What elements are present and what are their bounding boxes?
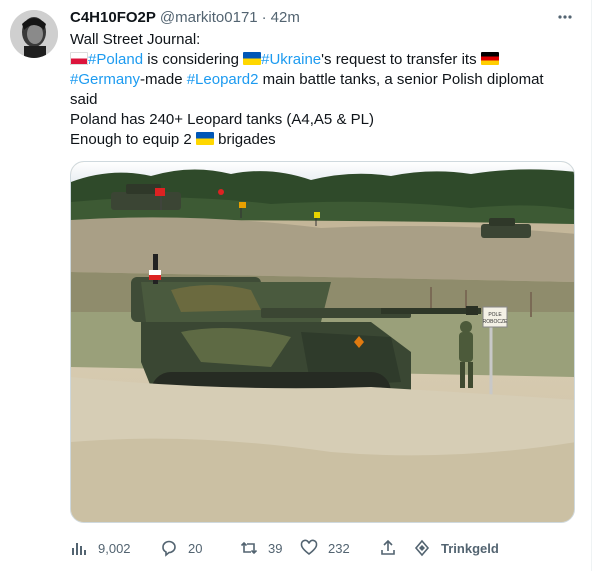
avatar-portrait <box>10 10 58 58</box>
reply-button[interactable]: 20 <box>160 539 202 557</box>
views-icon <box>72 543 86 555</box>
hashtag-germany[interactable]: #Germany <box>70 71 140 88</box>
hashtag-leopard2[interactable]: #Leopard2 <box>187 71 259 88</box>
avatar[interactable] <box>10 10 58 58</box>
tip-icon <box>414 539 430 557</box>
share-button[interactable] <box>379 539 407 557</box>
text-segment: is considering <box>143 51 244 68</box>
germany-flag-icon <box>480 52 499 65</box>
ukraine-flag-icon <box>243 52 262 65</box>
hashtag-ukraine[interactable]: #Ukraine <box>261 51 321 68</box>
views-count: 9,002 <box>98 540 131 556</box>
tweet-line-6: Enough to equip 2 brigades <box>70 130 575 150</box>
like-button[interactable]: 232 <box>300 539 350 557</box>
text-segment: Enough to equip 2 <box>70 131 196 148</box>
share-icon <box>381 539 395 555</box>
reply-count: 20 <box>188 540 203 556</box>
tweet-line-3: #Germany-made #Leopard2 main battle tank… <box>70 70 575 90</box>
tweet-content: C4H10FO2P @markito0171 · 42m Wall Street… <box>70 8 575 150</box>
sign-text-2: ROBOCZE <box>483 319 508 325</box>
tweet[interactable]: C4H10FO2P @markito0171 · 42m Wall Street… <box>0 0 592 571</box>
tweet-line-2: #Poland is considering #Ukraine's reques… <box>70 50 575 70</box>
text-segment: brigades <box>213 131 276 148</box>
tweet-header: C4H10FO2P @markito0171 · 42m <box>70 8 575 28</box>
tweet-line-4: said <box>70 91 98 108</box>
tweet-line-1: Wall Street Journal: <box>70 31 201 48</box>
retweet-count: 39 <box>268 540 283 556</box>
timestamp[interactable]: 42m <box>271 8 300 28</box>
separator-dot: · <box>261 9 267 26</box>
author-handle[interactable]: @markito0171 <box>160 8 258 28</box>
text-segment: -made <box>140 71 187 88</box>
views-button[interactable]: 9,002 <box>70 539 131 557</box>
text-segment: main battle tanks, a senior Polish diplo… <box>258 71 544 88</box>
tip-label: Trinkgeld <box>441 540 499 556</box>
like-count: 232 <box>328 540 350 556</box>
tweet-text: Wall Street Journal: #Poland is consider… <box>70 30 575 150</box>
tweet-line-5: Poland has 240+ Leopard tanks (A4,A5 & P… <box>70 111 374 128</box>
ellipsis-icon[interactable] <box>555 8 575 28</box>
tip-button[interactable]: Trinkgeld <box>413 539 499 557</box>
tweet-actions: 9,002 20 39 232 Trinkgeld <box>70 537 575 559</box>
sign-text-1: POLE <box>488 312 502 318</box>
ukraine-flag-icon <box>195 132 214 145</box>
hashtag-poland[interactable]: #Poland <box>88 51 143 68</box>
text-segment: 's request to transfer its <box>321 51 481 68</box>
heart-icon <box>300 539 318 556</box>
tweet-photo[interactable]: POLE ROBOCZE <box>70 161 575 523</box>
retweet-button[interactable]: 39 <box>240 539 282 557</box>
tank-photo: POLE ROBOCZE <box>71 162 574 522</box>
retweet-icon <box>240 541 258 555</box>
author-name[interactable]: C4H10FO2P <box>70 8 156 28</box>
poland-flag-icon <box>70 52 88 65</box>
reply-icon <box>162 540 176 557</box>
